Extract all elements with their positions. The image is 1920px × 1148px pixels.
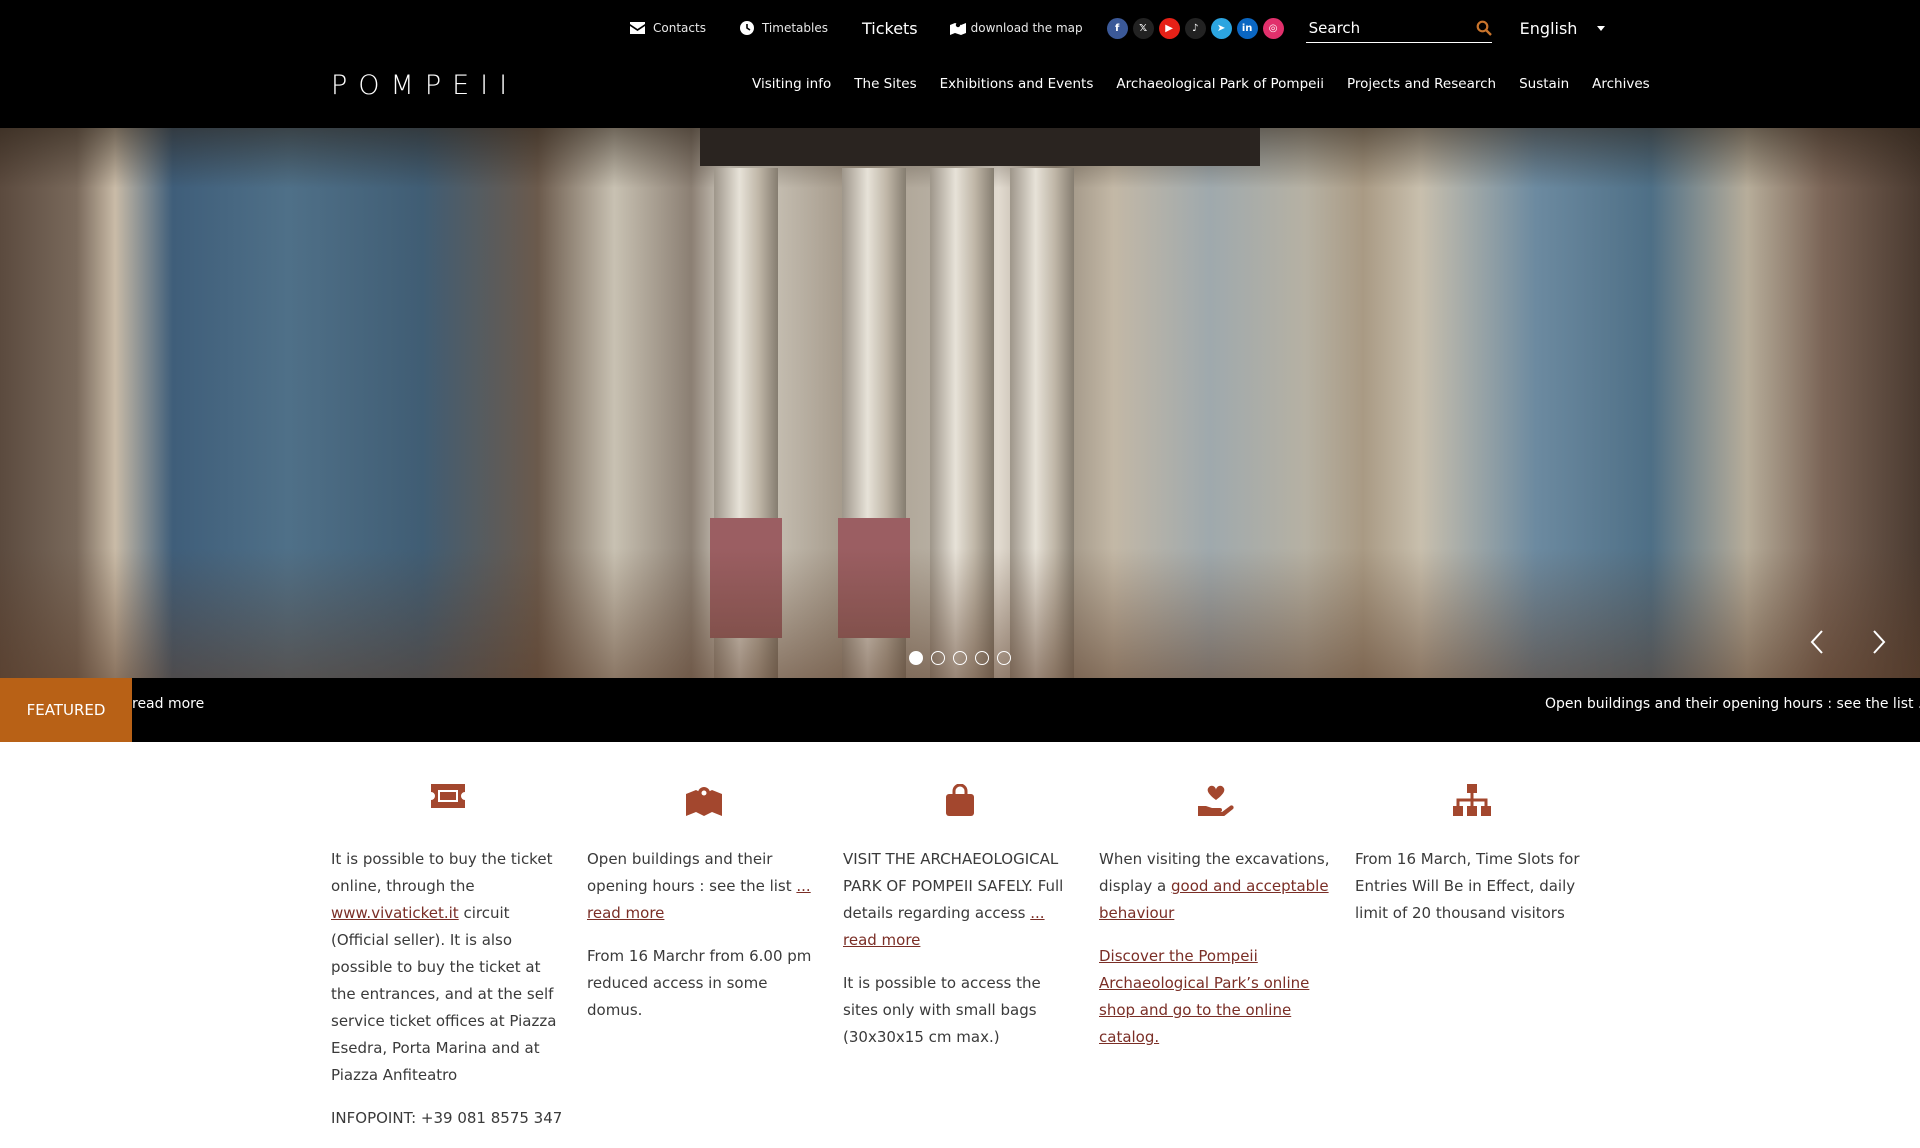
x-icon[interactable]: 𝕏 (1132, 17, 1154, 39)
slider-dot[interactable] (975, 651, 989, 665)
nav-item-archives[interactable]: Archives (1592, 76, 1650, 92)
facebook-icon[interactable]: f (1106, 17, 1128, 39)
chevron-left-icon (1810, 630, 1823, 654)
info-card-tickets: It is possible to buy the ticket online,… (331, 784, 564, 1148)
envelope-icon (630, 22, 645, 34)
site-header: Contacts Timetables Tickets download the… (0, 0, 1920, 128)
fresco-beam (700, 128, 1260, 166)
sitemap-icon (1452, 784, 1491, 816)
news-ticker: FEATURED read more Open buildings and th… (0, 678, 1920, 742)
card-text: INFOPOINT: +39 081 8575 347 (331, 1109, 563, 1127)
slider-dot[interactable] (953, 651, 967, 665)
chevron-down-icon (1597, 25, 1606, 31)
nav-item-sustain[interactable]: Sustain (1519, 76, 1569, 92)
card-text: It is possible to access the sites only … (843, 974, 1041, 1046)
search-input[interactable] (1305, 18, 1456, 37)
fresco-column (930, 168, 994, 678)
download-map-label: download the map (970, 21, 1083, 35)
fresco-column (842, 168, 906, 678)
vivaticket-link[interactable]: www.vivaticket.it (331, 904, 459, 922)
tickets-label: Tickets (861, 18, 918, 38)
card-text: From 16 March, Time Slots for Entries Wi… (1355, 850, 1580, 922)
tiktok-icon[interactable]: ♪ (1184, 17, 1206, 39)
social-links: f 𝕏 ▶ ♪ ➤ in ◎ (1106, 17, 1284, 39)
featured-badge: FEATURED (0, 678, 132, 742)
fresco-column (1010, 168, 1074, 678)
slider-dot[interactable] (997, 651, 1011, 665)
slider-dot[interactable] (909, 651, 923, 665)
info-card-access: VISIT THE ARCHAEOLOGICAL PARK OF POMPEII… (843, 784, 1076, 1148)
tickets-link[interactable]: Tickets (862, 19, 918, 38)
timetables-link[interactable]: Timetables (739, 21, 828, 35)
bag-icon (945, 784, 974, 816)
nav-item-archaeological-park-of-pompeii[interactable]: Archaeological Park of Pompeii (1116, 76, 1324, 92)
instagram-icon[interactable]: ◎ (1262, 17, 1284, 39)
slider-dot[interactable] (931, 651, 945, 665)
slider-dots (909, 651, 1011, 665)
youtube-icon[interactable]: ▶ (1158, 17, 1180, 39)
telegram-icon[interactable]: ➤ (1210, 17, 1232, 39)
nav-item-the-sites[interactable]: The Sites (854, 76, 916, 92)
language-label: English (1519, 18, 1578, 38)
nav-item-visiting-info[interactable]: Visiting info (752, 76, 831, 92)
download-map-link[interactable]: download the map (949, 21, 1083, 35)
map-marker-icon (949, 22, 966, 35)
info-card-behaviour: When visiting the excavations, display a… (1099, 784, 1332, 1148)
card-text: From 16 Marchr from 6.00 pm reduced acce… (587, 947, 812, 1019)
card-text: When visiting the excavations, display a… (1099, 850, 1330, 922)
nav-item-projects-and-research[interactable]: Projects and Research (1347, 76, 1496, 92)
card-text: Discover the Pompeii Archaeological Park… (1099, 943, 1332, 1051)
map-icon (685, 787, 722, 816)
search-box (1305, 13, 1492, 43)
clock-icon (739, 21, 754, 35)
timetables-label: Timetables (761, 21, 828, 35)
language-select[interactable]: English (1520, 19, 1606, 38)
ticker-item[interactable]: read more (132, 696, 204, 712)
hero-slider[interactable] (0, 128, 1920, 678)
contacts-link[interactable]: Contacts (630, 21, 706, 35)
info-card-open-buildings: Open buildings and their opening hours :… (587, 784, 820, 1148)
card-text: It is possible to buy the ticket online,… (331, 850, 557, 1084)
ticker-item[interactable]: Open buildings and their opening hours :… (1545, 696, 1920, 712)
slider-prev-button[interactable] (1807, 628, 1829, 656)
card-text: Open buildings and their opening hours :… (587, 850, 811, 922)
info-columns: It is possible to buy the ticket online,… (331, 784, 1588, 1148)
main-nav: Visiting info The Sites Exhibitions and Ev… (752, 76, 1650, 92)
site-logo[interactable]: POMPEII (331, 62, 507, 108)
logo-text: POMPEII (331, 69, 519, 101)
fresco-column-base (838, 518, 910, 638)
online-shop-link[interactable]: Discover the Pompeii Archaeological Park… (1099, 947, 1309, 1046)
info-card-time-slots: From 16 March, Time Slots for Entries Wi… (1355, 784, 1588, 1148)
contacts-label: Contacts (653, 21, 706, 35)
search-icon[interactable] (1476, 20, 1492, 36)
chevron-right-icon (1873, 630, 1886, 654)
fresco-column-base (710, 518, 782, 638)
hand-heart-icon (1197, 785, 1234, 816)
ticket-icon (430, 784, 465, 808)
nav-item-exhibitions-and-events[interactable]: Exhibitions and Events (940, 76, 1094, 92)
fresco-column (714, 168, 778, 678)
slider-next-button[interactable] (1867, 628, 1889, 656)
top-bar: Contacts Timetables Tickets download the… (630, 10, 1606, 46)
linkedin-icon[interactable]: in (1236, 17, 1258, 39)
card-text: VISIT THE ARCHAEOLOGICAL PARK OF POMPEII… (843, 850, 1064, 949)
